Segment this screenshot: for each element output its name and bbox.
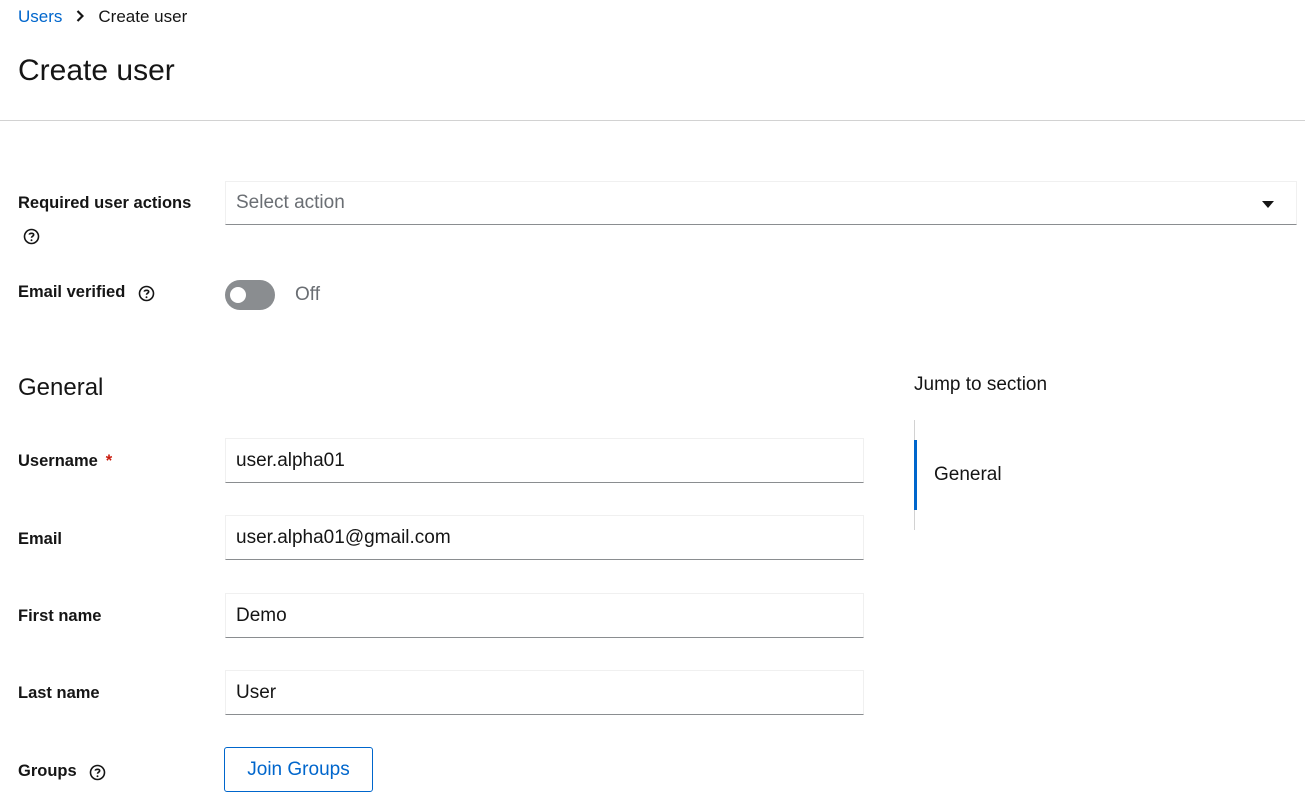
email-input[interactable] xyxy=(225,515,864,560)
jump-to-section-nav: General xyxy=(914,420,1215,530)
help-icon[interactable] xyxy=(89,764,106,780)
breadcrumb-current: Create user xyxy=(98,7,188,26)
jump-to-section-title: Jump to section xyxy=(914,374,1048,395)
chevron-right-icon xyxy=(76,6,85,28)
jump-link-label: General xyxy=(934,464,1002,485)
last-name-label: Last name xyxy=(18,682,100,704)
username-input[interactable] xyxy=(225,438,864,483)
groups-label-text: Groups xyxy=(18,762,77,780)
header-divider xyxy=(0,120,1305,121)
general-section-title: General xyxy=(18,374,104,401)
select-placeholder: Select action xyxy=(236,192,345,213)
breadcrumb-users-link[interactable]: Users xyxy=(18,6,62,28)
username-label-text: Username xyxy=(18,452,98,470)
email-label-text: Email xyxy=(18,530,63,548)
required-actions-label-text: Required user actions xyxy=(18,194,192,212)
first-name-input[interactable] xyxy=(225,593,864,638)
join-groups-button[interactable]: Join Groups xyxy=(224,747,373,792)
required-actions-label: Required user actions xyxy=(18,192,191,214)
create-user-page: Users Create user Create user Required u… xyxy=(0,0,1305,797)
required-actions-select[interactable]: Select action xyxy=(225,181,1297,225)
help-icon[interactable] xyxy=(138,285,155,301)
page-title: Create user xyxy=(18,54,175,87)
jump-link-general[interactable]: General xyxy=(914,440,1117,510)
help-icon[interactable] xyxy=(23,228,40,245)
first-name-label: First name xyxy=(18,605,101,627)
username-label: Username * xyxy=(18,450,112,472)
toggle-knob xyxy=(230,287,246,303)
email-verified-status: Off xyxy=(295,284,320,305)
caret-down-icon xyxy=(1262,201,1274,208)
email-label: Email xyxy=(18,528,62,550)
breadcrumb: Users Create user xyxy=(18,6,187,28)
email-verified-toggle[interactable] xyxy=(225,280,275,310)
first-name-label-text: First name xyxy=(18,607,102,625)
last-name-input[interactable] xyxy=(225,670,864,715)
email-verified-label: Email verified xyxy=(18,281,155,303)
required-indicator: * xyxy=(105,452,113,470)
last-name-label-text: Last name xyxy=(18,684,100,702)
groups-label: Groups xyxy=(18,760,106,782)
email-verified-label-text: Email verified xyxy=(18,283,126,301)
